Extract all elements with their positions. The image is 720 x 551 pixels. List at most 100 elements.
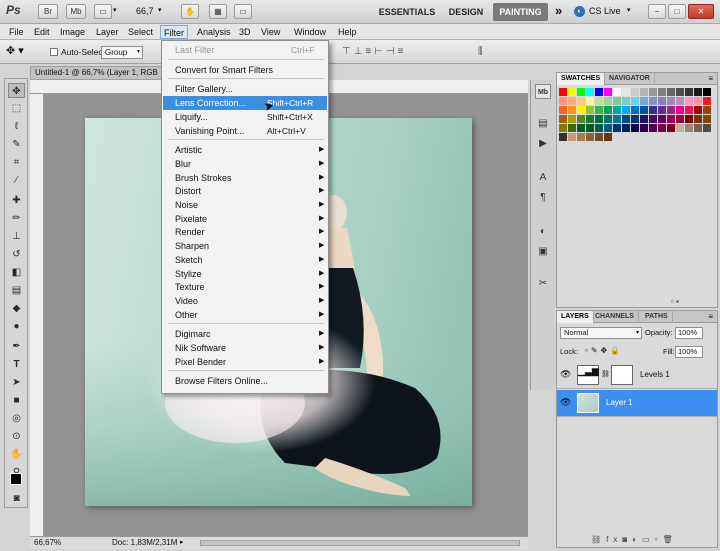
lasso-tool-icon[interactable]: ℓ (8, 119, 25, 134)
horizontal-scrollbar[interactable] (200, 540, 520, 546)
tab-paths[interactable]: PATHS (641, 311, 673, 323)
menu-filter[interactable]: Filter (160, 25, 188, 39)
color-swatch[interactable] (604, 88, 612, 96)
menu-view[interactable]: View (258, 25, 283, 39)
eyedropper-tool-icon[interactable]: ⁄ (8, 173, 25, 188)
tab-navigator[interactable]: NAVIGATOR (605, 73, 655, 85)
color-swatch[interactable] (577, 133, 585, 141)
color-swatch[interactable] (586, 115, 594, 123)
color-swatch[interactable] (595, 97, 603, 105)
color-swatch[interactable] (631, 106, 639, 114)
color-swatch[interactable] (622, 115, 630, 123)
history-brush-tool-icon[interactable]: ↺ (8, 247, 25, 262)
filter-menu-item[interactable]: Video ▶ (163, 294, 327, 308)
menu-select[interactable]: Select (125, 25, 156, 39)
color-swatch[interactable] (676, 97, 684, 105)
color-swatch[interactable] (595, 115, 603, 123)
cs-live-arrow-icon[interactable]: ▾ (627, 6, 631, 14)
color-swatch[interactable] (631, 124, 639, 132)
color-swatch[interactable] (622, 124, 630, 132)
filter-menu-item[interactable]: Distort ▶ (163, 184, 327, 198)
color-swatch[interactable] (685, 124, 693, 132)
color-swatch[interactable] (613, 106, 621, 114)
color-swatch[interactable] (667, 106, 675, 114)
color-swatch[interactable] (577, 88, 585, 96)
filter-menu-item[interactable]: Noise ▶ (163, 198, 327, 212)
color-swatch[interactable] (667, 124, 675, 132)
color-swatch[interactable] (694, 115, 702, 123)
color-swatch[interactable] (622, 106, 630, 114)
character-panel-icon[interactable]: A (535, 170, 551, 185)
shape-tool-icon[interactable]: ■ (8, 393, 25, 408)
color-swatch[interactable] (568, 88, 576, 96)
quick-mask-icon[interactable]: ◙ (8, 491, 25, 506)
dodge-tool-icon[interactable]: ● (8, 319, 25, 334)
color-swatch[interactable] (568, 97, 576, 105)
color-swatch[interactable] (649, 124, 657, 132)
color-swatch[interactable] (685, 97, 693, 105)
color-swatch[interactable] (604, 133, 612, 141)
color-swatch[interactable] (631, 115, 639, 123)
color-swatch[interactable] (649, 88, 657, 96)
filter-menu-item[interactable]: Convert for Smart Filters (163, 63, 327, 77)
color-swatch[interactable] (703, 97, 711, 105)
filter-menu-item[interactable]: Texture ▶ (163, 280, 327, 294)
screen-mode-button[interactable]: ▭ (234, 4, 252, 19)
tool-preset-picker[interactable]: ✥ ▾ (6, 44, 36, 60)
foreground-color-swatch[interactable] (10, 473, 22, 485)
zoom-level[interactable]: 66,7 (136, 6, 154, 16)
color-swatch[interactable] (685, 88, 693, 96)
color-swatch[interactable] (586, 97, 594, 105)
color-swatch[interactable] (613, 88, 621, 96)
color-swatch[interactable] (631, 88, 639, 96)
color-swatch[interactable] (667, 97, 675, 105)
color-swatch[interactable] (586, 124, 594, 132)
mini-bridge-panel-icon[interactable]: Mb (535, 84, 551, 99)
eye-icon[interactable]: 👁 (560, 397, 571, 408)
filter-menu-item[interactable]: Browse Filters Online... (163, 374, 327, 388)
color-swatch[interactable] (559, 133, 567, 141)
color-swatch[interactable] (559, 97, 567, 105)
menu-edit[interactable]: Edit (31, 25, 53, 39)
color-swatch[interactable] (703, 115, 711, 123)
clone-stamp-tool-icon[interactable]: ⊥ (8, 229, 25, 244)
tool-presets-panel-icon[interactable]: ✂ (535, 276, 551, 291)
color-swatch[interactable] (694, 88, 702, 96)
menu-image[interactable]: Image (57, 25, 88, 39)
filter-menu-item[interactable]: Artistic ▶ (163, 143, 327, 157)
lock-buttons[interactable]: ▫✎✥🔒 (585, 346, 623, 355)
brush-presets-panel-icon[interactable]: ▣ (535, 244, 551, 259)
color-swatch[interactable] (586, 106, 594, 114)
color-swatch[interactable] (613, 124, 621, 132)
layers-panel-menu-icon[interactable]: ≡ (708, 312, 713, 321)
color-swatch[interactable] (658, 124, 666, 132)
swatch-grid[interactable] (559, 88, 715, 168)
color-swatch[interactable] (685, 115, 693, 123)
actions-panel-icon[interactable]: ▶ (535, 136, 551, 151)
color-swatch[interactable] (577, 106, 585, 114)
color-swatch[interactable] (658, 97, 666, 105)
color-swatch[interactable] (703, 88, 711, 96)
status-zoom[interactable]: 66,67% (34, 537, 61, 549)
color-swatch[interactable] (640, 88, 648, 96)
color-swatch[interactable] (604, 115, 612, 123)
color-swatch[interactable] (703, 124, 711, 132)
color-swatch[interactable] (613, 97, 621, 105)
tab-layers[interactable]: LAYERS (557, 311, 594, 323)
color-swatch[interactable] (667, 115, 675, 123)
color-swatch[interactable] (658, 115, 666, 123)
brush-tool-icon[interactable]: ✏ (8, 211, 25, 226)
filter-menu-item[interactable]: Liquify... Shift+Ctrl+X (163, 110, 327, 124)
color-swatch[interactable] (577, 124, 585, 132)
filter-menu-item[interactable]: Pixelate ▶ (163, 212, 327, 226)
marquee-tool-icon[interactable]: ⬚ (8, 101, 25, 116)
color-swatch[interactable] (640, 106, 648, 114)
color-swatch[interactable] (604, 97, 612, 105)
color-swatch[interactable] (694, 124, 702, 132)
hand-tool-button[interactable]: ✋ (181, 4, 199, 19)
move-tool-icon[interactable]: ✥ (8, 83, 25, 98)
menu-help[interactable]: Help (335, 25, 360, 39)
type-tool-icon[interactable]: T (8, 357, 25, 372)
mini-bridge-button[interactable]: Mb (66, 4, 86, 19)
color-swatch[interactable] (649, 97, 657, 105)
